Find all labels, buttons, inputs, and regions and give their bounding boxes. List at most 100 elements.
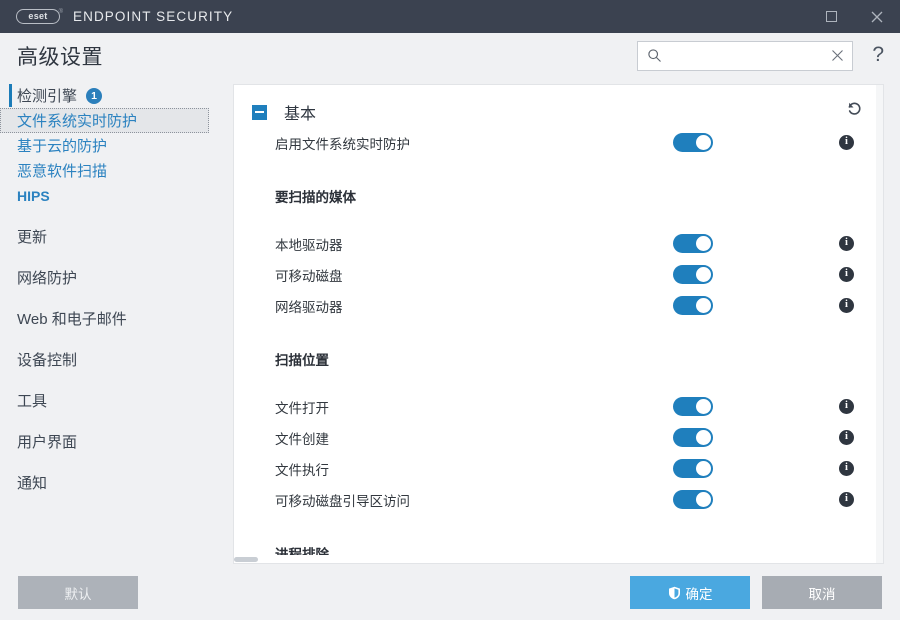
sidebar-list: 检测引擎 1 文件系统实时防护 基于云的防护恶意软件扫描 HIPS 更新网络防护 Web 和…: [0, 83, 234, 495]
info-icon[interactable]: i: [839, 135, 854, 150]
info-icon[interactable]: i: [839, 399, 854, 414]
setting-toggle[interactable]: [673, 428, 713, 447]
sidebar-item-label: HIPS: [17, 187, 50, 204]
toggle-column: [663, 234, 839, 253]
search-clear-button[interactable]: [829, 48, 845, 64]
minus-glyph: [255, 111, 264, 113]
info-icon[interactable]: i: [839, 461, 854, 476]
sidebar-item-3[interactable]: 恶意软件扫描: [0, 158, 234, 183]
setting-toggle[interactable]: [673, 296, 713, 315]
setting-label: 文件执行: [275, 462, 329, 478]
maximize-button[interactable]: [808, 0, 854, 33]
eset-logo-mark: eset ®: [16, 9, 63, 24]
collapse-minus-icon[interactable]: [252, 104, 267, 120]
sidebar-item-10[interactable]: 用户界面: [0, 429, 234, 454]
toggle-column: [663, 397, 839, 416]
setting-row: 文件创建 i: [234, 422, 876, 453]
panel-horizontal-scrollbar[interactable]: [234, 555, 876, 563]
window-controls: [808, 0, 900, 33]
setting-row: 可移动磁盘引导区访问 i: [234, 484, 876, 515]
info-icon[interactable]: i: [839, 236, 854, 251]
toggle-knob: [696, 267, 711, 282]
setting-row: 文件打开 i: [234, 391, 876, 422]
close-button[interactable]: [854, 0, 900, 33]
help-button[interactable]: ?: [872, 44, 884, 67]
setting-row: 文件执行 i: [234, 453, 876, 484]
info-icon[interactable]: i: [839, 430, 854, 445]
setting-toggle[interactable]: [673, 234, 713, 253]
sidebar-item-11[interactable]: 通知: [0, 470, 234, 495]
sidebar-item-7[interactable]: Web 和电子邮件: [0, 306, 234, 331]
sidebar-item-0[interactable]: 检测引擎 1: [0, 83, 234, 108]
shield-icon: [668, 586, 680, 599]
setting-toggle[interactable]: [673, 459, 713, 478]
sidebar-item-label: 用户界面: [17, 434, 78, 451]
setting-label: 可移动磁盘引导区访问: [275, 493, 410, 509]
setting-row: 可移动磁盘 i: [234, 259, 876, 290]
settings-content-area: 基本 启用文件系统实时防护 i 要扫描的媒体 本地驱动器 i 可移动磁盘 i 网络驱动器 i 扫描…: [234, 78, 900, 565]
sidebar-navigation: 检测引擎 1 文件系统实时防护 基于云的防护恶意软件扫描 HIPS 更新网络防护 Web 和…: [0, 78, 234, 565]
info-icon[interactable]: i: [839, 492, 854, 507]
toggle-knob: [696, 492, 711, 507]
toggle-knob: [696, 461, 711, 476]
dialog-footer: 默认 确定 取消: [0, 565, 900, 620]
sidebar-item-label: 文件系统实时防护: [17, 113, 138, 130]
ok-button-label: 确定: [685, 586, 713, 602]
window-titlebar: eset ® ENDPOINT SECURITY: [0, 0, 900, 33]
toggle-column: [663, 459, 839, 478]
info-icon[interactable]: i: [839, 298, 854, 313]
toggle-knob: [696, 135, 711, 150]
info-icon[interactable]: i: [839, 267, 854, 282]
default-button[interactable]: 默认: [18, 576, 138, 609]
sidebar-item-1[interactable]: 文件系统实时防护: [0, 108, 209, 133]
group-title: 要扫描的媒体: [275, 189, 356, 205]
toggle-knob: [696, 399, 711, 414]
eset-advanced-setup-window: eset ® ENDPOINT SECURITY 高级设置 ? 检测引擎 1 文…: [0, 0, 900, 620]
ok-button[interactable]: 确定: [630, 576, 750, 609]
main-body: 检测引擎 1 文件系统实时防护 基于云的防护恶意软件扫描 HIPS 更新网络防护 Web 和…: [0, 78, 900, 565]
sidebar-item-label: 更新: [17, 229, 48, 246]
sidebar-item-label: 设备控制: [17, 352, 78, 369]
search-input[interactable]: [666, 48, 826, 63]
sidebar-item-5[interactable]: 更新: [0, 224, 234, 249]
cancel-button[interactable]: 取消: [762, 576, 882, 609]
sidebar-item-6[interactable]: 网络防护: [0, 265, 234, 290]
toggle-knob: [696, 298, 711, 313]
setting-toggle[interactable]: [673, 265, 713, 284]
eset-logo: eset ®: [0, 9, 63, 24]
sidebar-item-8[interactable]: 设备控制: [0, 347, 234, 372]
maximize-icon: [825, 11, 837, 22]
setting-toggle[interactable]: [673, 397, 713, 416]
search-box[interactable]: [637, 40, 854, 71]
panel-vertical-scrollbar[interactable]: [876, 85, 883, 563]
section-title: 基本: [284, 106, 317, 123]
setting-toggle[interactable]: [673, 490, 713, 509]
setting-row: 启用文件系统实时防护 i: [234, 127, 876, 158]
setting-row: 本地驱动器 i: [234, 228, 876, 259]
page-title: 高级设置: [17, 45, 103, 69]
sidebar-item-label: 基于云的防护: [17, 138, 108, 155]
undo-arrow-icon: [848, 102, 861, 115]
sidebar-item-2[interactable]: 基于云的防护: [0, 133, 234, 158]
setting-label: 可移动磁盘: [275, 268, 343, 284]
scrollbar-thumb[interactable]: [234, 557, 258, 562]
sidebar-item-4[interactable]: HIPS: [0, 183, 234, 208]
sidebar-item-label: Web 和电子邮件: [17, 311, 127, 328]
close-icon: [831, 50, 843, 61]
revert-button[interactable]: [845, 99, 865, 119]
setting-label: 启用文件系统实时防护: [275, 136, 410, 152]
header-actions: ?: [637, 40, 884, 71]
setting-toggle[interactable]: [673, 133, 713, 152]
toggle-column: [663, 490, 839, 509]
sidebar-item-9[interactable]: 工具: [0, 388, 234, 413]
search-icon: [648, 49, 662, 62]
